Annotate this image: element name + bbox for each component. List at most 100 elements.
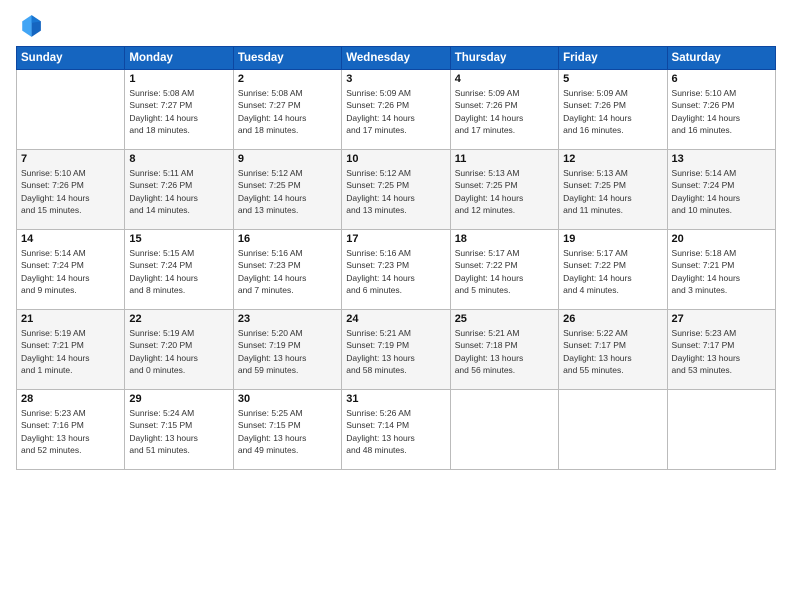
- day-info: Sunrise: 5:16 AM Sunset: 7:23 PM Dayligh…: [346, 247, 445, 296]
- weekday-header-wednesday: Wednesday: [342, 47, 450, 70]
- day-cell: 17 Sunrise: 5:16 AM Sunset: 7:23 PM Dayli…: [342, 230, 450, 310]
- day-number: 13: [672, 153, 771, 165]
- day-number: 9: [238, 153, 337, 165]
- day-info: Sunrise: 5:12 AM Sunset: 7:25 PM Dayligh…: [238, 167, 337, 216]
- day-cell: 3 Sunrise: 5:09 AM Sunset: 7:26 PM Daylig…: [342, 70, 450, 150]
- day-number: 4: [455, 73, 554, 85]
- day-cell: 12 Sunrise: 5:13 AM Sunset: 7:25 PM Dayli…: [559, 150, 667, 230]
- day-info: Sunrise: 5:24 AM Sunset: 7:15 PM Dayligh…: [129, 407, 228, 456]
- weekday-header-saturday: Saturday: [667, 47, 775, 70]
- day-number: 6: [672, 73, 771, 85]
- week-row-4: 21 Sunrise: 5:19 AM Sunset: 7:21 PM Dayli…: [17, 310, 776, 390]
- day-info: Sunrise: 5:21 AM Sunset: 7:18 PM Dayligh…: [455, 327, 554, 376]
- day-cell: 25 Sunrise: 5:21 AM Sunset: 7:18 PM Dayli…: [450, 310, 558, 390]
- day-cell: 1Sunrise: 5:08 AM Sunset: 7:27 PM Daylig…: [125, 70, 233, 150]
- day-info: Sunrise: 5:14 AM Sunset: 7:24 PM Dayligh…: [672, 167, 771, 216]
- day-info: Sunrise: 5:10 AM Sunset: 7:26 PM Dayligh…: [672, 87, 771, 136]
- day-cell: 28 Sunrise: 5:23 AM Sunset: 7:16 PM Dayli…: [17, 390, 125, 470]
- day-number: 30: [238, 393, 337, 405]
- week-row-5: 28 Sunrise: 5:23 AM Sunset: 7:16 PM Dayli…: [17, 390, 776, 470]
- day-cell: 22 Sunrise: 5:19 AM Sunset: 7:20 PM Dayli…: [125, 310, 233, 390]
- day-number: 31: [346, 393, 445, 405]
- day-cell: 10 Sunrise: 5:12 AM Sunset: 7:25 PM Dayli…: [342, 150, 450, 230]
- day-number: 20: [672, 233, 771, 245]
- day-number: 21: [21, 313, 120, 325]
- day-cell: 7 Sunrise: 5:10 AM Sunset: 7:26 PM Daylig…: [17, 150, 125, 230]
- day-cell: 21 Sunrise: 5:19 AM Sunset: 7:21 PM Dayli…: [17, 310, 125, 390]
- day-cell: 15Sunrise: 5:15 AM Sunset: 7:24 PM Dayli…: [125, 230, 233, 310]
- day-number: 27: [672, 313, 771, 325]
- day-info: Sunrise: 5:08 AM Sunset: 7:27 PM Dayligh…: [238, 87, 337, 136]
- day-number: 10: [346, 153, 445, 165]
- day-info: Sunrise: 5:13 AM Sunset: 7:25 PM Dayligh…: [563, 167, 662, 216]
- day-cell: 23 Sunrise: 5:20 AM Sunset: 7:19 PM Dayli…: [233, 310, 341, 390]
- day-info: Sunrise: 5:11 AM Sunset: 7:26 PM Dayligh…: [129, 167, 228, 216]
- day-cell: 20 Sunrise: 5:18 AM Sunset: 7:21 PM Dayli…: [667, 230, 775, 310]
- header: [16, 12, 776, 40]
- day-cell: 13 Sunrise: 5:14 AM Sunset: 7:24 PM Dayli…: [667, 150, 775, 230]
- day-info: Sunrise: 5:08 AM Sunset: 7:27 PM Dayligh…: [129, 87, 228, 136]
- day-info: Sunrise: 5:22 AM Sunset: 7:17 PM Dayligh…: [563, 327, 662, 376]
- day-cell: 26 Sunrise: 5:22 AM Sunset: 7:17 PM Dayli…: [559, 310, 667, 390]
- day-info: Sunrise: 5:12 AM Sunset: 7:25 PM Dayligh…: [346, 167, 445, 216]
- day-number: 26: [563, 313, 662, 325]
- day-info: Sunrise: 5:09 AM Sunset: 7:26 PM Dayligh…: [563, 87, 662, 136]
- weekday-header-monday: Monday: [125, 47, 233, 70]
- day-cell: [17, 70, 125, 150]
- day-info: Sunrise: 5:19 AM Sunset: 7:21 PM Dayligh…: [21, 327, 120, 376]
- day-cell: [667, 390, 775, 470]
- day-info: Sunrise: 5:26 AM Sunset: 7:14 PM Dayligh…: [346, 407, 445, 456]
- day-cell: [450, 390, 558, 470]
- day-number: 5: [563, 73, 662, 85]
- weekday-header-friday: Friday: [559, 47, 667, 70]
- day-info: Sunrise: 5:13 AM Sunset: 7:25 PM Dayligh…: [455, 167, 554, 216]
- day-cell: 30 Sunrise: 5:25 AM Sunset: 7:15 PM Dayli…: [233, 390, 341, 470]
- day-number: 7: [21, 153, 120, 165]
- day-number: 28: [21, 393, 120, 405]
- day-cell: 11 Sunrise: 5:13 AM Sunset: 7:25 PM Dayli…: [450, 150, 558, 230]
- day-cell: 4 Sunrise: 5:09 AM Sunset: 7:26 PM Daylig…: [450, 70, 558, 150]
- logo: [16, 12, 48, 40]
- day-number: 17: [346, 233, 445, 245]
- day-info: Sunrise: 5:09 AM Sunset: 7:26 PM Dayligh…: [346, 87, 445, 136]
- day-number: 18: [455, 233, 554, 245]
- weekday-header-sunday: Sunday: [17, 47, 125, 70]
- day-cell: 6 Sunrise: 5:10 AM Sunset: 7:26 PM Daylig…: [667, 70, 775, 150]
- day-cell: 8 Sunrise: 5:11 AM Sunset: 7:26 PM Daylig…: [125, 150, 233, 230]
- day-number: 24: [346, 313, 445, 325]
- day-cell: 9 Sunrise: 5:12 AM Sunset: 7:25 PM Daylig…: [233, 150, 341, 230]
- day-number: 19: [563, 233, 662, 245]
- day-cell: 14 Sunrise: 5:14 AM Sunset: 7:24 PM Dayli…: [17, 230, 125, 310]
- day-number: 22: [129, 313, 228, 325]
- day-number: 8: [129, 153, 228, 165]
- day-info: Sunrise: 5:09 AM Sunset: 7:26 PM Dayligh…: [455, 87, 554, 136]
- day-cell: 31 Sunrise: 5:26 AM Sunset: 7:14 PM Dayli…: [342, 390, 450, 470]
- day-info: Sunrise: 5:20 AM Sunset: 7:19 PM Dayligh…: [238, 327, 337, 376]
- day-info: Sunrise: 5:21 AM Sunset: 7:19 PM Dayligh…: [346, 327, 445, 376]
- day-info: Sunrise: 5:25 AM Sunset: 7:15 PM Dayligh…: [238, 407, 337, 456]
- day-info: Sunrise: 5:10 AM Sunset: 7:26 PM Dayligh…: [21, 167, 120, 216]
- day-number: 29: [129, 393, 228, 405]
- logo-icon: [16, 12, 44, 40]
- day-info: Sunrise: 5:19 AM Sunset: 7:20 PM Dayligh…: [129, 327, 228, 376]
- day-cell: 16Sunrise: 5:16 AM Sunset: 7:23 PM Dayli…: [233, 230, 341, 310]
- day-info: Sunrise: 5:14 AM Sunset: 7:24 PM Dayligh…: [21, 247, 120, 296]
- day-info: Sunrise: 5:17 AM Sunset: 7:22 PM Dayligh…: [563, 247, 662, 296]
- day-cell: 18Sunrise: 5:17 AM Sunset: 7:22 PM Dayli…: [450, 230, 558, 310]
- day-number: 12: [563, 153, 662, 165]
- weekday-header-thursday: Thursday: [450, 47, 558, 70]
- day-info: Sunrise: 5:16 AM Sunset: 7:23 PM Dayligh…: [238, 247, 337, 296]
- week-row-3: 14 Sunrise: 5:14 AM Sunset: 7:24 PM Dayli…: [17, 230, 776, 310]
- day-number: 14: [21, 233, 120, 245]
- day-number: 25: [455, 313, 554, 325]
- day-number: 3: [346, 73, 445, 85]
- day-info: Sunrise: 5:23 AM Sunset: 7:16 PM Dayligh…: [21, 407, 120, 456]
- day-number: 11: [455, 153, 554, 165]
- day-number: 23: [238, 313, 337, 325]
- day-info: Sunrise: 5:18 AM Sunset: 7:21 PM Dayligh…: [672, 247, 771, 296]
- weekday-header-row: SundayMondayTuesdayWednesdayThursdayFrid…: [17, 47, 776, 70]
- week-row-2: 7 Sunrise: 5:10 AM Sunset: 7:26 PM Daylig…: [17, 150, 776, 230]
- day-number: 2: [238, 73, 337, 85]
- week-row-1: 1Sunrise: 5:08 AM Sunset: 7:27 PM Daylig…: [17, 70, 776, 150]
- day-info: Sunrise: 5:23 AM Sunset: 7:17 PM Dayligh…: [672, 327, 771, 376]
